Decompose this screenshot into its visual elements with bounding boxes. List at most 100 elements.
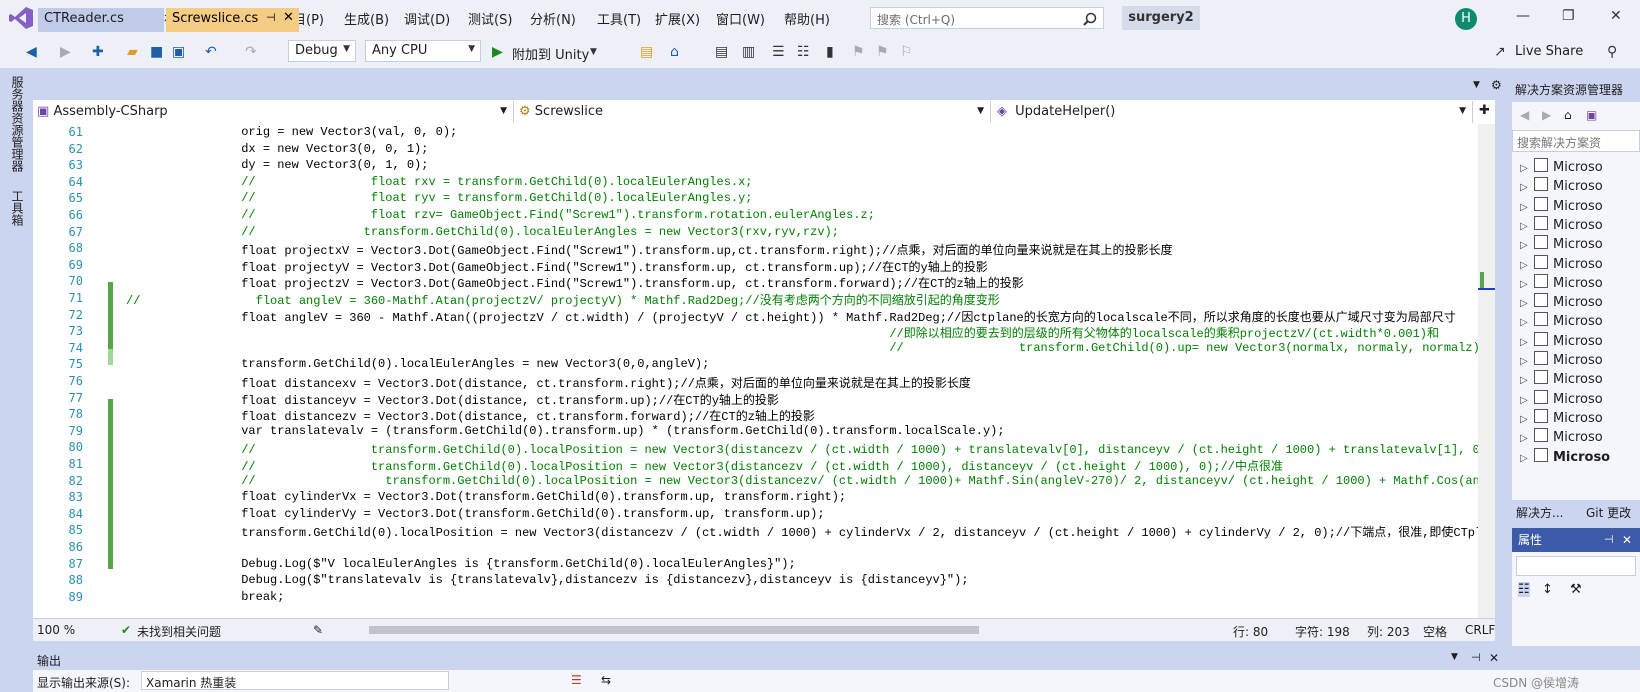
save-all-icon[interactable]: ▣ bbox=[172, 44, 185, 60]
code-line[interactable]: // transform.GetChild(0).localPosition =… bbox=[126, 474, 1478, 488]
prev-bookmark-icon[interactable]: ⚑ bbox=[852, 44, 865, 60]
code-line[interactable]: float angleV = 360 - Mathf.Atan((project… bbox=[126, 308, 1456, 325]
code-line[interactable]: transform.GetChild(0).localEulerAngles =… bbox=[126, 357, 709, 371]
chevron-down-icon[interactable]: ▼ bbox=[1451, 652, 1458, 662]
solution-item[interactable]: ▷ Microso bbox=[1520, 351, 1603, 368]
code-line[interactable]: float cylinderVy = Vector3.Dot(transform… bbox=[126, 507, 824, 521]
code-line[interactable]: float projectxV = Vector3.Dot(GameObject… bbox=[126, 241, 1172, 258]
code-line[interactable]: dy = new Vector3(0, 1, 0); bbox=[126, 158, 428, 172]
gear-icon[interactable]: ⚙ bbox=[1491, 78, 1502, 92]
word-wrap-icon[interactable]: ⇆ bbox=[601, 673, 611, 687]
pin-icon[interactable]: ⊣ bbox=[266, 11, 276, 24]
solution-item[interactable]: ▷ Microso bbox=[1520, 158, 1603, 175]
code-editor[interactable]: 61 orig = new Vector3(val, 0, 0); 62 dx =… bbox=[33, 124, 1478, 618]
issues-label[interactable]: 未找到相关问题 bbox=[137, 623, 221, 640]
solution-name[interactable]: surgery2 bbox=[1122, 6, 1200, 30]
solution-item[interactable]: ▷ Microso bbox=[1520, 389, 1603, 407]
code-line[interactable]: // transform.GetChild(0).up= new Vector3… bbox=[126, 341, 1478, 355]
forward-icon[interactable]: ▶ bbox=[1542, 108, 1551, 122]
horizontal-scrollbar[interactable] bbox=[369, 626, 979, 634]
home-icon[interactable]: ⌂ bbox=[1564, 108, 1572, 122]
code-line[interactable]: float cylinderVx = Vector3.Dot(transform… bbox=[126, 490, 846, 504]
expand-icon[interactable]: ▷ bbox=[1520, 240, 1534, 251]
solution-item[interactable]: ▷ Microso bbox=[1520, 254, 1603, 272]
code-line[interactable]: float distanceyv = Vector3.Dot(distance,… bbox=[126, 391, 779, 408]
minimize-icon[interactable]: — bbox=[1516, 8, 1530, 24]
class-select[interactable]: ⚙ Screwslice ▼ bbox=[515, 101, 991, 123]
eol-indicator[interactable]: CRLF bbox=[1465, 623, 1495, 637]
code-line[interactable]: // transform.GetChild(0).localEulerAngle… bbox=[126, 225, 839, 239]
property-pages-icon[interactable]: ⚒ bbox=[1570, 582, 1582, 597]
solution-item[interactable]: ▷ Microso bbox=[1520, 196, 1603, 214]
uncomment-icon[interactable]: ▥ bbox=[742, 44, 755, 60]
maximize-icon[interactable]: ❐ bbox=[1562, 8, 1575, 24]
save-icon[interactable]: ■ bbox=[150, 44, 163, 60]
expand-icon[interactable]: ▷ bbox=[1520, 202, 1534, 213]
find-in-files-icon[interactable]: ▤ bbox=[640, 44, 653, 60]
code-line[interactable]: float distancezv = Vector3.Dot(distance,… bbox=[126, 407, 815, 424]
expand-icon[interactable]: ▷ bbox=[1520, 375, 1534, 386]
tab-ctreader[interactable]: CTReader.cs bbox=[38, 8, 164, 32]
bookmark-icon[interactable]: ▮ bbox=[826, 44, 834, 60]
avatar[interactable]: H bbox=[1455, 8, 1477, 30]
next-bookmark-icon[interactable]: ⚑ bbox=[876, 44, 889, 60]
solution-item[interactable]: ▷ Microso bbox=[1520, 331, 1603, 349]
solution-item[interactable]: ▷ Microso bbox=[1520, 312, 1603, 329]
expand-icon[interactable]: ▷ bbox=[1520, 414, 1534, 425]
output-source-select[interactable]: Xamarin 热重装 bbox=[141, 671, 449, 690]
back-icon[interactable]: ◀ bbox=[1520, 108, 1529, 122]
expand-icon[interactable]: ▷ bbox=[1520, 260, 1534, 271]
close-tab-icon[interactable]: ✕ bbox=[283, 10, 294, 25]
run-button[interactable]: 附加到 Unity bbox=[512, 44, 589, 63]
menu-item[interactable]: 帮助(H) bbox=[784, 9, 830, 28]
outdent-icon[interactable]: ☷ bbox=[797, 44, 810, 60]
solution-search-input[interactable]: 搜索解决方案资 bbox=[1512, 130, 1640, 152]
menu-item[interactable]: 生成(B) bbox=[344, 9, 389, 28]
expand-icon[interactable]: ▷ bbox=[1520, 356, 1534, 367]
config-select[interactable]: Debug ▼ bbox=[288, 40, 356, 62]
tab-git-changes[interactable]: Git 更改 bbox=[1586, 504, 1631, 521]
solution-item[interactable]: ▷ Microso bbox=[1520, 293, 1603, 310]
code-line[interactable]: Debug.Log($"translatevalv is {translatev… bbox=[126, 573, 968, 587]
expand-icon[interactable]: ▷ bbox=[1520, 298, 1534, 309]
properties-object-select[interactable] bbox=[1516, 556, 1636, 576]
close-icon[interactable]: ✕ bbox=[1610, 8, 1622, 24]
solution-item[interactable]: ▷ Microso bbox=[1520, 215, 1603, 233]
code-line[interactable]: Debug.Log($"V localEulerAngles is {trans… bbox=[126, 557, 796, 571]
code-line[interactable]: dx = new Vector3(0, 0, 1); bbox=[126, 142, 428, 156]
code-line[interactable]: float projectzV = Vector3.Dot(GameObject… bbox=[126, 274, 1024, 291]
split-icon[interactable]: ✚ bbox=[1479, 103, 1490, 118]
code-line[interactable]: // float ryv = transform.GetChild(0).loc… bbox=[126, 191, 752, 205]
close-icon[interactable]: ✕ bbox=[1489, 651, 1499, 665]
redo-icon[interactable]: ↷ bbox=[245, 44, 257, 60]
code-line[interactable]: orig = new Vector3(val, 0, 0); bbox=[126, 125, 457, 139]
menu-item[interactable]: 扩展(X) bbox=[655, 9, 700, 28]
menu-item[interactable]: 分析(N) bbox=[530, 9, 576, 28]
expand-icon[interactable]: ▷ bbox=[1520, 433, 1534, 444]
tab-solution-explorer[interactable]: 解决方... bbox=[1516, 504, 1563, 521]
code-line[interactable]: //即除以相应的要去到的层级的所有父物体的localscale的乘积projec… bbox=[126, 324, 1439, 341]
expand-icon[interactable]: ▷ bbox=[1520, 163, 1534, 174]
solution-item[interactable]: ▷ Microso bbox=[1520, 408, 1603, 426]
forward-icon[interactable]: ▶ bbox=[60, 44, 71, 60]
code-line[interactable]: // transform.GetChild(0).localPosition =… bbox=[126, 457, 1283, 474]
play-icon[interactable]: ▶ bbox=[492, 44, 503, 60]
platform-select[interactable]: Any CPU ▼ bbox=[365, 40, 481, 62]
undo-icon[interactable]: ↶ bbox=[205, 44, 217, 60]
home-icon[interactable]: ⌂ bbox=[670, 44, 679, 60]
expand-icon[interactable]: ▷ bbox=[1520, 279, 1534, 290]
whitespace-indicator[interactable]: 空格 bbox=[1423, 623, 1447, 640]
tab-screwslice[interactable]: Screwslice.cs ⊣ ✕ bbox=[166, 8, 299, 32]
solution-item[interactable]: ▷ Microso bbox=[1520, 428, 1603, 445]
solution-item[interactable]: ▷ Microso bbox=[1520, 447, 1610, 465]
code-line[interactable]: var translatevalv = (transform.GetChild(… bbox=[126, 424, 1004, 438]
chevron-down-icon[interactable]: ▼ bbox=[590, 47, 597, 57]
live-share-button[interactable]: Live Share bbox=[1515, 44, 1583, 59]
expand-icon[interactable]: ▷ bbox=[1520, 221, 1534, 232]
brush-icon[interactable]: ✎ bbox=[313, 623, 323, 637]
code-line[interactable]: // float angleV = 360-Mathf.Atan(project… bbox=[126, 291, 1000, 308]
solution-item[interactable]: ▷ Microso bbox=[1520, 370, 1603, 387]
expand-icon[interactable]: ▷ bbox=[1520, 317, 1534, 328]
code-line[interactable]: // transform.GetChild(0).localPosition =… bbox=[126, 440, 1478, 457]
toolbox-tab[interactable]: 工具箱 bbox=[9, 190, 26, 226]
